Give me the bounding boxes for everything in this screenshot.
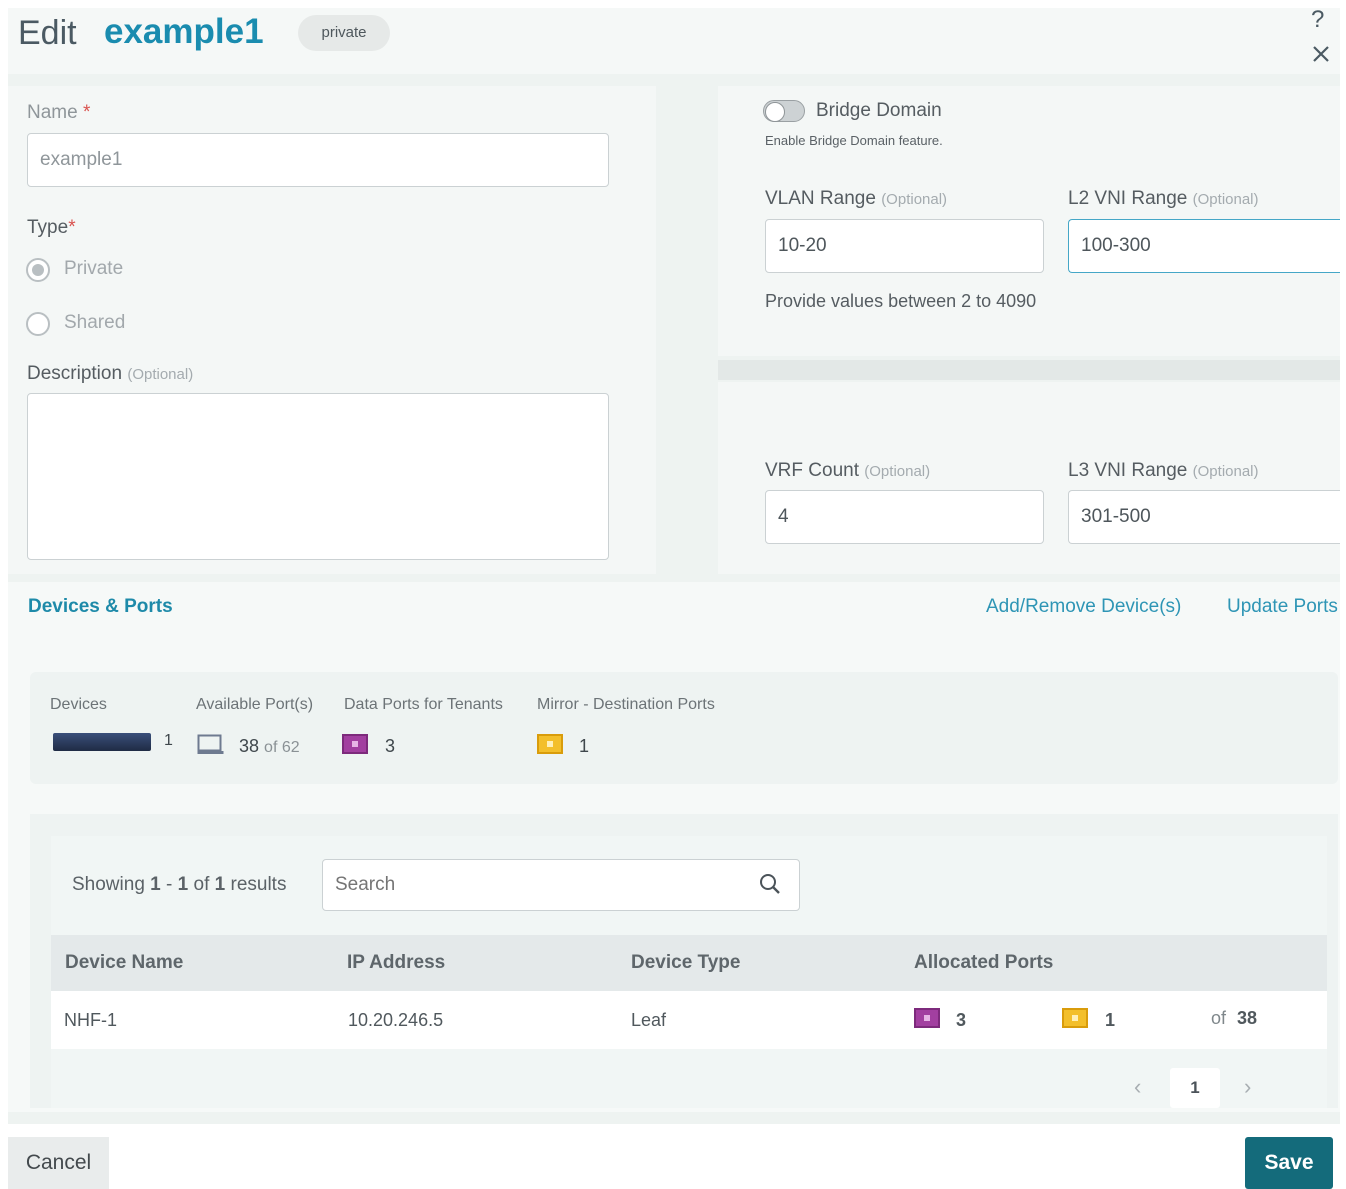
vlan-range-hint: Provide values between 2 to 4090 (765, 291, 1037, 311)
radio-private[interactable] (26, 258, 50, 282)
column-header-ip-address[interactable]: IP Address (347, 952, 445, 974)
panel-divider (718, 360, 1340, 380)
mirror-ports-value: 1 (579, 736, 590, 756)
tenant-name-title: example1 (104, 12, 264, 51)
bridge-domain-label: Bridge Domain (816, 100, 942, 121)
visibility-badge: private (298, 15, 390, 51)
results-summary: Showing 1 - 1 of 1 results (72, 874, 287, 895)
vlan-range-input[interactable]: 10-20 (765, 219, 1044, 273)
port-icon (197, 734, 224, 754)
switch-device-icon (53, 733, 151, 751)
cell-device-name: NHF-1 (64, 1010, 117, 1030)
devices-stat-label: Devices (50, 696, 107, 713)
cell-ip-address: 10.20.246.5 (348, 1010, 444, 1030)
help-icon[interactable]: ? (1311, 6, 1324, 34)
pagination-prev[interactable]: ‹ (1134, 1074, 1141, 1100)
radio-shared[interactable] (26, 312, 50, 336)
row-mirror-port-icon (1062, 1008, 1088, 1028)
mirror-ports-label: Mirror - Destination Ports (537, 696, 715, 713)
column-header-device-name[interactable]: Device Name (65, 952, 183, 974)
close-icon[interactable] (1309, 42, 1333, 66)
pagination-page-1[interactable]: 1 (1170, 1068, 1220, 1108)
edit-label: Edit (18, 14, 77, 52)
radio-shared-label: Shared (64, 312, 126, 333)
vrf-count-label: VRF Count (Optional) (765, 460, 931, 481)
search-icon[interactable] (758, 872, 782, 896)
devices-ports-title: Devices & Ports (28, 596, 173, 617)
cell-device-type: Leaf (631, 1010, 667, 1030)
cell-mirror-ports: 1 (1105, 1010, 1116, 1030)
bridge-domain-toggle[interactable] (763, 100, 805, 122)
row-data-port-icon (914, 1008, 940, 1028)
update-ports-link[interactable]: Update Ports (1227, 596, 1338, 618)
name-input[interactable]: example1 (27, 133, 609, 187)
save-button[interactable]: Save (1245, 1137, 1333, 1189)
data-port-icon (342, 734, 368, 754)
description-label: Description (Optional) (27, 363, 194, 384)
type-label: Type* (27, 217, 76, 238)
mirror-port-icon (537, 734, 563, 754)
l2-vni-range-input[interactable]: 100-300 (1068, 219, 1340, 273)
pagination-next[interactable]: › (1244, 1074, 1251, 1100)
cell-of-total: of 38 (1211, 1008, 1258, 1028)
l3-vni-range-input[interactable]: 301-500 (1068, 490, 1340, 544)
l3-vni-range-label: L3 VNI Range (Optional) (1068, 460, 1259, 481)
name-label: Name * (27, 102, 91, 123)
device-search-input[interactable] (322, 859, 800, 911)
available-ports-label: Available Port(s) (196, 696, 314, 713)
add-remove-devices-link[interactable]: Add/Remove Device(s) (986, 596, 1181, 618)
radio-private-label: Private (64, 258, 124, 279)
l2-vni-range-label: L2 VNI Range (Optional) (1068, 188, 1259, 209)
table-row[interactable] (51, 991, 1327, 1049)
devices-count: 1 (164, 732, 173, 749)
cancel-button[interactable]: Cancel (8, 1137, 109, 1189)
cell-data-ports: 3 (956, 1010, 967, 1030)
data-ports-label: Data Ports for Tenants (344, 696, 503, 713)
available-ports-value: 38 of 62 (239, 736, 300, 756)
column-header-allocated-ports[interactable]: Allocated Ports (914, 952, 1053, 974)
column-header-device-type[interactable]: Device Type (631, 952, 740, 974)
vlan-range-label: VLAN Range (Optional) (765, 188, 948, 209)
bridge-domain-hint: Enable Bridge Domain feature. (765, 133, 943, 148)
data-ports-value: 3 (385, 736, 396, 756)
description-textarea[interactable] (27, 393, 609, 560)
vrf-count-input[interactable]: 4 (765, 490, 1044, 544)
device-stats-card (30, 672, 1338, 784)
